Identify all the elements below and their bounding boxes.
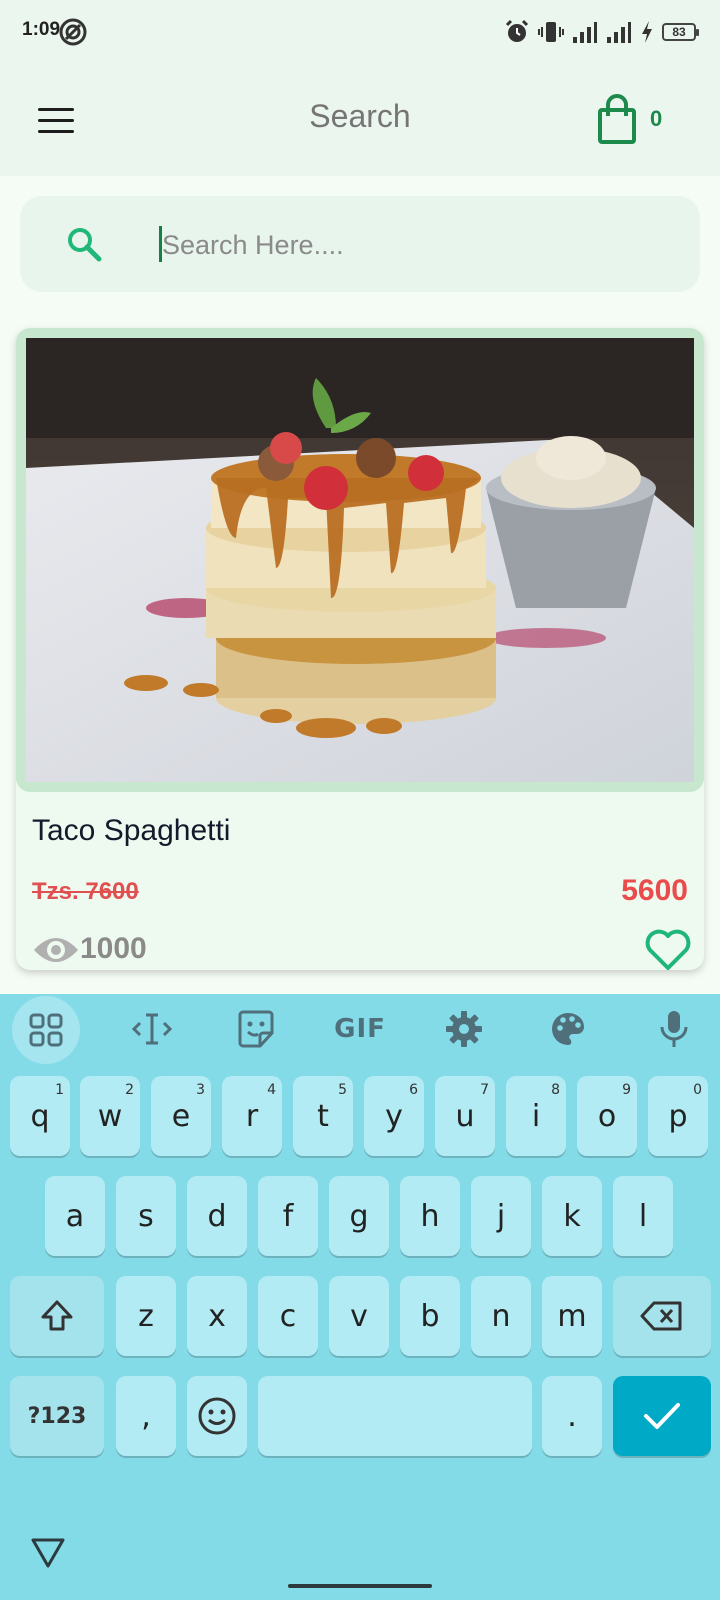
new-price: 5600: [621, 874, 688, 907]
cursor-icon[interactable]: [118, 994, 186, 1064]
product-image: [26, 338, 694, 782]
key-s[interactable]: s: [116, 1176, 176, 1256]
key-q[interactable]: q1: [10, 1076, 70, 1156]
status-time: 1:09: [22, 19, 61, 40]
status-bar: 1:09 83: [0, 0, 720, 64]
search-input[interactable]: [158, 222, 678, 268]
apps-icon[interactable]: [12, 996, 80, 1064]
shift-key[interactable]: [10, 1276, 104, 1356]
key-x[interactable]: x: [187, 1276, 247, 1356]
shopping-bag-icon[interactable]: [596, 94, 646, 148]
key-e[interactable]: e3: [151, 1076, 211, 1156]
key-w[interactable]: w2: [80, 1076, 140, 1156]
vibrate-icon: [538, 22, 564, 42]
key-u[interactable]: u7: [435, 1076, 495, 1156]
settings-icon[interactable]: [430, 994, 498, 1064]
key-v[interactable]: v: [329, 1276, 389, 1356]
soft-keyboard: GIF q1 w2 e3 r 4 t 5 y 6 u 7 i 8 o 9 p 0…: [0, 994, 720, 1600]
key-z[interactable]: z: [116, 1276, 176, 1356]
product-image-frame: [16, 328, 704, 792]
key-y[interactable]: y6: [364, 1076, 424, 1156]
alarm-icon: [505, 19, 529, 42]
search-bar[interactable]: [20, 196, 700, 292]
key-n[interactable]: n: [471, 1276, 531, 1356]
key-t[interactable]: t5: [293, 1076, 353, 1156]
period-key[interactable]: .: [542, 1376, 602, 1456]
product-name: Taco Spaghetti: [32, 814, 231, 847]
search-icon: [68, 228, 102, 262]
comma-key[interactable]: ,: [116, 1376, 176, 1456]
mic-icon[interactable]: [640, 994, 708, 1064]
backspace-key[interactable]: [613, 1276, 711, 1356]
key-i[interactable]: i8: [506, 1076, 566, 1156]
text-cursor: [159, 226, 162, 262]
key-k[interactable]: k: [542, 1176, 602, 1256]
check-icon: [644, 1403, 680, 1429]
key-f[interactable]: f: [258, 1176, 318, 1256]
status-icons: 83: [504, 16, 699, 48]
charging-icon: [642, 21, 652, 43]
cart-count-badge: 0: [650, 106, 663, 131]
signal-icon: [607, 22, 631, 43]
enter-key[interactable]: [613, 1376, 711, 1456]
palette-icon[interactable]: [534, 994, 602, 1064]
dnd-icon: [59, 18, 87, 46]
key-l[interactable]: l: [613, 1176, 673, 1256]
key-h[interactable]: h: [400, 1176, 460, 1256]
key-a[interactable]: a: [45, 1176, 105, 1256]
key-c[interactable]: c: [258, 1276, 318, 1356]
eye-icon: [34, 938, 78, 962]
space-key[interactable]: [258, 1376, 532, 1456]
symbols-key[interactable]: ?123: [10, 1376, 104, 1456]
key-g[interactable]: g: [329, 1176, 389, 1256]
key-b[interactable]: b: [400, 1276, 460, 1356]
heart-icon[interactable]: [644, 928, 692, 970]
backspace-icon: [640, 1301, 682, 1331]
views-count: 1000: [80, 932, 147, 965]
key-r[interactable]: r4: [222, 1076, 282, 1156]
home-indicator[interactable]: [288, 1584, 432, 1588]
signal-icon: [573, 22, 597, 43]
key-p[interactable]: p0: [648, 1076, 708, 1156]
battery-icon: 83: [662, 23, 699, 41]
key-m[interactable]: m: [542, 1276, 602, 1356]
key-j[interactable]: j: [471, 1176, 531, 1256]
emoji-key[interactable]: [187, 1376, 247, 1456]
gif-button[interactable]: GIF: [326, 994, 394, 1064]
old-price: Tzs. 7600: [32, 878, 139, 905]
product-card[interactable]: Taco Spaghetti Tzs. 7600 5600 1000: [16, 328, 704, 970]
sticker-icon[interactable]: [222, 994, 290, 1064]
pancakes-icon: [26, 338, 694, 782]
app-bar: Search 0: [0, 64, 720, 176]
shift-icon: [41, 1300, 73, 1331]
emoji-icon: [198, 1397, 236, 1435]
hide-keyboard-icon[interactable]: [30, 1536, 66, 1570]
key-o[interactable]: o9: [577, 1076, 637, 1156]
key-d[interactable]: d: [187, 1176, 247, 1256]
